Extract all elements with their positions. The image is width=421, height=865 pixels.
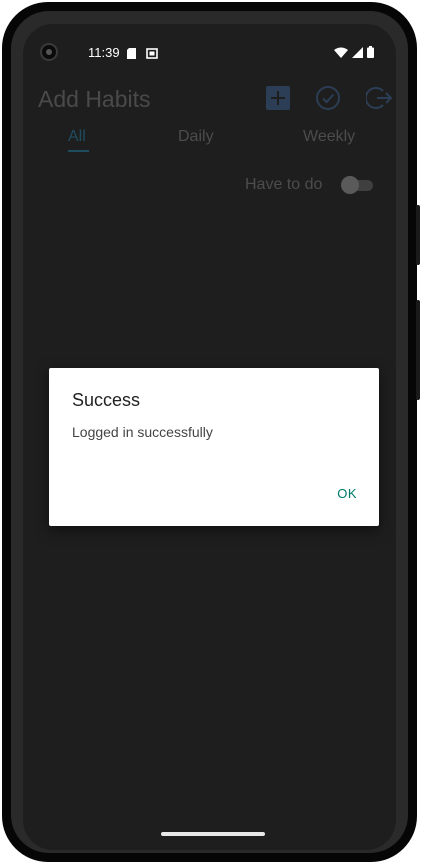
success-dialog: Success Logged in successfully OK — [49, 368, 379, 526]
screenshot-notification-icon — [146, 46, 158, 64]
add-box-icon[interactable] — [265, 85, 291, 111]
battery-icon — [367, 45, 374, 63]
volume-button — [416, 205, 420, 265]
dialog-message: Logged in successfully — [72, 424, 213, 440]
wifi-icon — [334, 45, 348, 63]
page-title: Add Habits — [38, 86, 151, 112]
tab-daily[interactable]: Daily — [178, 128, 214, 146]
ok-button[interactable]: OK — [337, 486, 357, 501]
sim-card-icon — [127, 46, 136, 64]
cell-signal-icon — [352, 45, 363, 63]
screen: 11:39 Add Habits All Daily Weekly Have t… — [23, 24, 396, 850]
tab-indicator — [68, 150, 89, 152]
tab-weekly[interactable]: Weekly — [303, 128, 355, 146]
logout-icon[interactable] — [364, 85, 393, 111]
home-indicator[interactable] — [161, 832, 265, 836]
status-time: 11:39 — [88, 45, 120, 60]
switch-thumb — [341, 176, 359, 194]
front-camera — [40, 43, 58, 61]
dialog-title: Success — [72, 390, 141, 410]
tab-all[interactable]: All — [68, 128, 86, 146]
side-button — [416, 300, 420, 400]
have-to-do-label: Have to do — [245, 176, 323, 193]
have-to-do-switch[interactable] — [341, 176, 373, 194]
check-circle-icon[interactable] — [315, 85, 341, 111]
system-icons — [334, 45, 374, 63]
